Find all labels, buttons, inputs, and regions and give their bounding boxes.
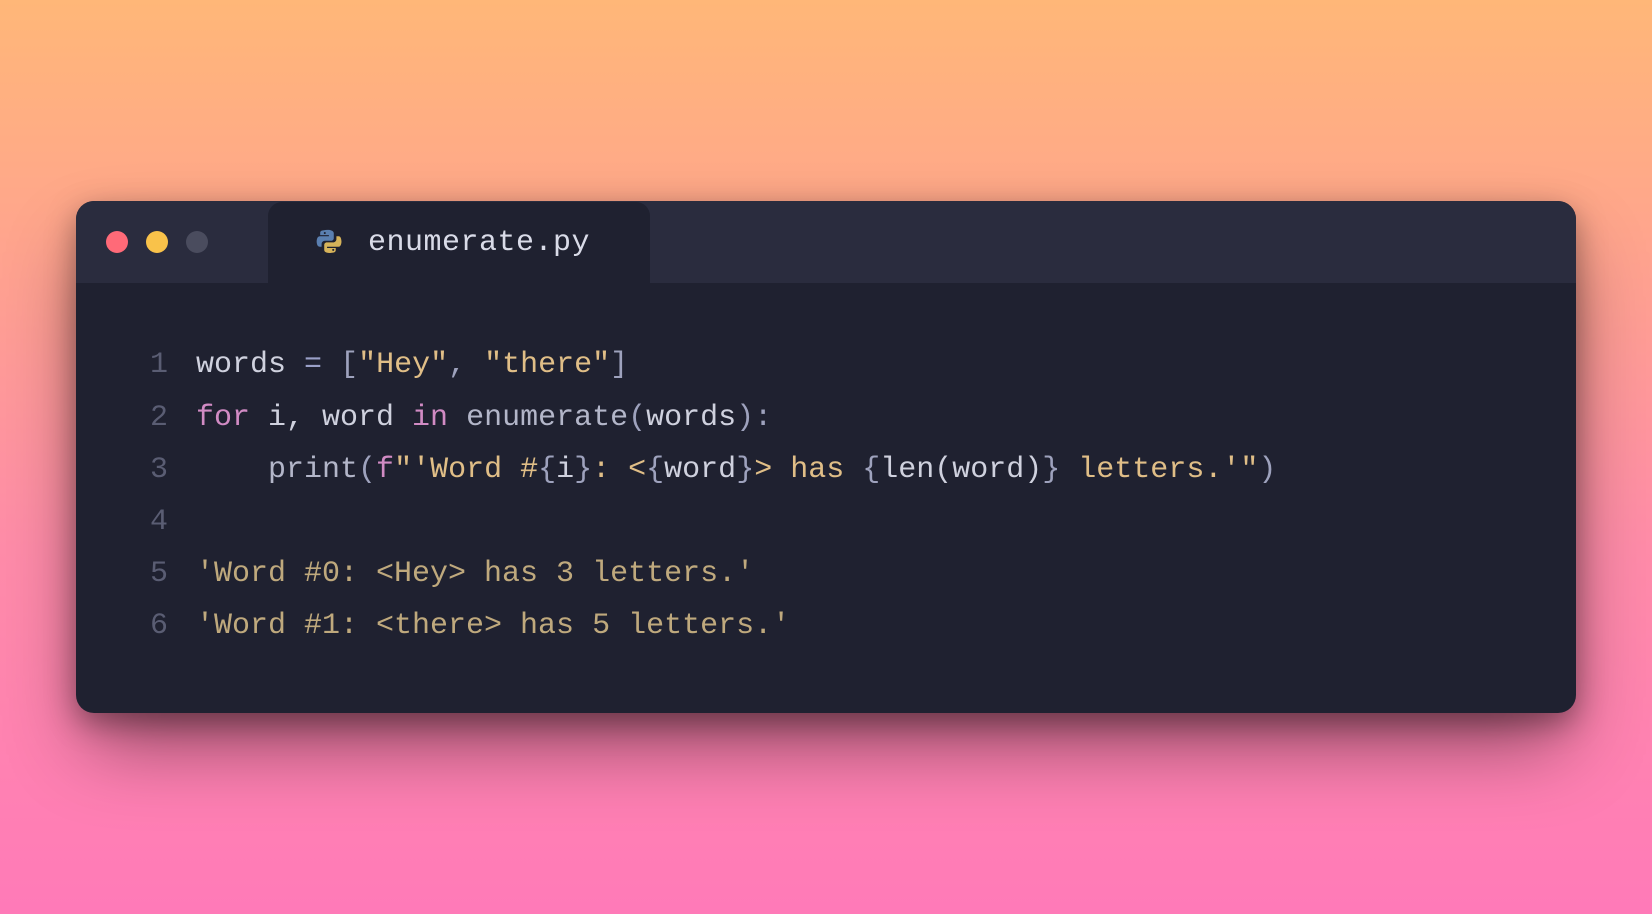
code-line: 5 'Word #0: <Hey> has 3 letters.' [116, 548, 1536, 600]
code-token: [ [340, 339, 358, 391]
code-token: , [448, 339, 484, 391]
code-token: "there" [484, 339, 610, 391]
code-token: len(word) [880, 444, 1042, 496]
line-number: 1 [116, 339, 168, 391]
code-token: { [646, 444, 664, 496]
output-text: 'Word #1: <there> has 5 letters.' [196, 600, 790, 652]
code-token: { [862, 444, 880, 496]
code-token: f [376, 444, 394, 496]
code-token: word [664, 444, 736, 496]
code-token: } [736, 444, 754, 496]
code-token: letters.'" [1060, 444, 1258, 496]
editor-window: enumerate.py 1 words = ["Hey", "there"] … [76, 201, 1576, 712]
code-token: } [1042, 444, 1060, 496]
code-token: i [556, 444, 574, 496]
code-token: i, word [250, 392, 412, 444]
code-line: 2 for i, word in enumerate(words): [116, 392, 1536, 444]
traffic-maximize-icon[interactable] [186, 231, 208, 253]
line-number: 3 [116, 444, 168, 496]
code-token [322, 339, 340, 391]
code-token: > has [754, 444, 862, 496]
line-number: 4 [116, 496, 168, 548]
code-token: ( [628, 392, 646, 444]
code-line: 1 words = ["Hey", "there"] [116, 339, 1536, 391]
output-text: 'Word #0: <Hey> has 3 letters.' [196, 548, 754, 600]
traffic-minimize-icon[interactable] [146, 231, 168, 253]
code-token: { [538, 444, 556, 496]
code-token: for [196, 392, 250, 444]
code-token: } [574, 444, 592, 496]
code-token: : < [592, 444, 646, 496]
python-icon [314, 228, 344, 258]
code-token: words [646, 392, 736, 444]
code-token: ] [610, 339, 628, 391]
code-token: = [304, 339, 322, 391]
code-token: enumerate [466, 392, 628, 444]
tab-active[interactable]: enumerate.py [268, 202, 650, 284]
code-token [448, 392, 466, 444]
code-token: ) [1258, 444, 1276, 496]
code-token: ): [736, 392, 772, 444]
code-line: 6 'Word #1: <there> has 5 letters.' [116, 600, 1536, 652]
code-token: print [268, 444, 358, 496]
code-editor[interactable]: 1 words = ["Hey", "there"] 2 for i, word… [76, 283, 1576, 712]
code-line: 4 [116, 496, 1536, 548]
traffic-close-icon[interactable] [106, 231, 128, 253]
code-line: 3 print(f"'Word #{i}: <{word}> has {len(… [116, 444, 1536, 496]
code-token: in [412, 392, 448, 444]
tab-filename: enumerate.py [368, 226, 590, 260]
code-token: words [196, 339, 304, 391]
titlebar: enumerate.py [76, 201, 1576, 283]
code-token: "Hey" [358, 339, 448, 391]
code-token: ( [358, 444, 376, 496]
code-token [196, 444, 268, 496]
traffic-lights [106, 231, 208, 253]
line-number: 5 [116, 548, 168, 600]
line-number: 2 [116, 392, 168, 444]
line-number: 6 [116, 600, 168, 652]
code-token: "'Word # [394, 444, 538, 496]
